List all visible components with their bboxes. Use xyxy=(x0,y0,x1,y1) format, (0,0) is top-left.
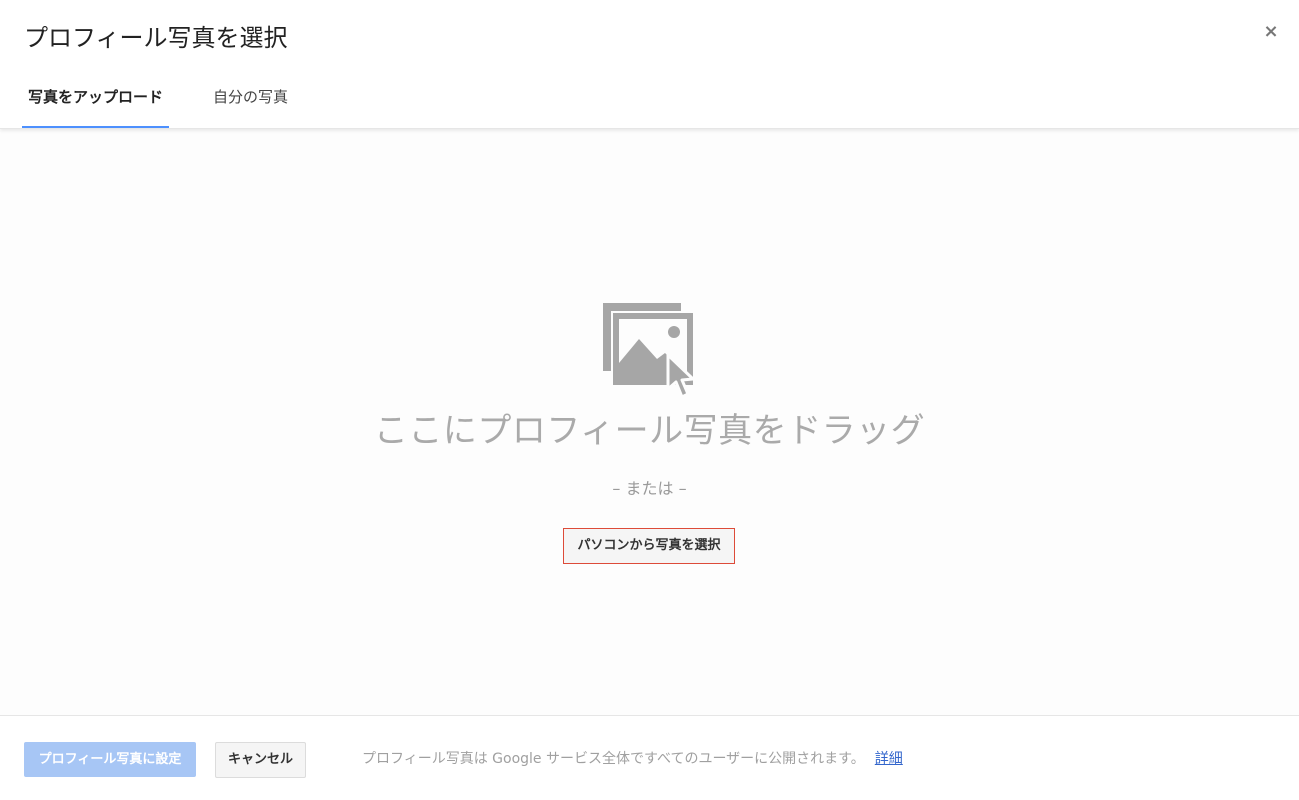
drop-zone[interactable]: ここにプロフィール写真をドラッグ – または – パソコンから写真を選択 xyxy=(0,129,1299,715)
dialog-title: プロフィール写真を選択 xyxy=(24,24,288,52)
tab-upload-photo[interactable]: 写真をアップロード xyxy=(22,70,170,128)
cancel-button[interactable]: キャンセル xyxy=(215,742,306,778)
tab-bar: 写真をアップロード 自分の写真 xyxy=(22,70,332,128)
or-separator-text: – または – xyxy=(612,479,687,498)
tab-my-photos[interactable]: 自分の写真 xyxy=(207,70,294,128)
close-icon[interactable]: × xyxy=(1261,22,1281,42)
visibility-note-text: プロフィール写真は Google サービス全体ですべてのユーザーに公開されます。 xyxy=(362,751,865,767)
select-from-computer-button[interactable]: パソコンから写真を選択 xyxy=(563,528,735,564)
dialog-header: プロフィール写真を選択 × 写真をアップロード 自分の写真 xyxy=(0,0,1299,129)
drag-instruction-text: ここにプロフィール写真をドラッグ xyxy=(373,411,926,451)
details-link[interactable]: 詳細 xyxy=(875,751,903,767)
dialog-footer: プロフィール写真に設定 キャンセル プロフィール写真は Google サービス全… xyxy=(0,715,1299,800)
profile-photo-dialog: プロフィール写真を選択 × 写真をアップロード 自分の写真 ここにプロフィール写… xyxy=(0,0,1299,800)
footer-note: プロフィール写真は Google サービス全体ですべてのユーザーに公開されます。… xyxy=(362,748,903,770)
set-profile-photo-button[interactable]: プロフィール写真に設定 xyxy=(24,742,196,777)
image-drag-icon xyxy=(603,303,695,399)
